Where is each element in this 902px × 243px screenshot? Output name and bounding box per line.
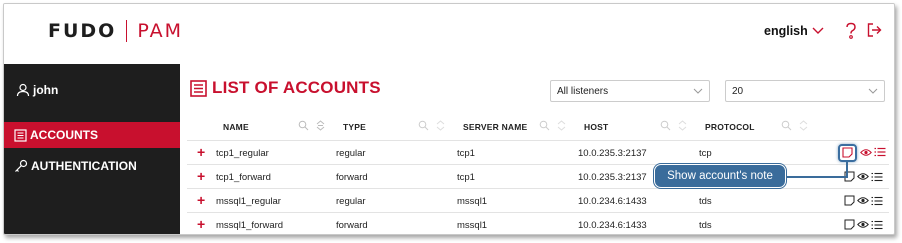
top-header: FUDO PAM english <box>4 4 894 64</box>
sidebar-item-label: ACCOUNTS <box>30 128 98 142</box>
eye-icon[interactable] <box>860 148 872 157</box>
row-actions <box>844 171 885 182</box>
page-title-text: LIST OF ACCOUNTS <box>212 78 381 97</box>
callout-tooltip: Show account's note <box>654 164 786 188</box>
user-name: john <box>33 83 59 97</box>
cell-type: forward <box>336 220 368 231</box>
column-header-host[interactable]: HOST <box>584 122 608 132</box>
sidebar-item-accounts[interactable]: ACCOUNTS <box>4 122 180 148</box>
app-window: FUDO PAM english john ACCOUNTS AUTHENTIC… <box>3 3 895 235</box>
eye-icon[interactable] <box>857 196 869 205</box>
expand-row-plus-icon[interactable]: + <box>197 144 205 160</box>
cell-server-name: mssql1 <box>457 196 488 207</box>
search-icon[interactable] <box>418 120 429 131</box>
fudo-pam-logo: FUDO PAM <box>48 16 183 46</box>
callout-connector <box>786 176 847 178</box>
logo-fudo-text: FUDO <box>48 20 117 42</box>
note-icon <box>842 147 853 158</box>
cell-host: 10.0.234.6:1433 <box>578 220 647 231</box>
search-icon[interactable] <box>298 120 309 131</box>
eye-icon[interactable] <box>857 220 869 229</box>
expand-row-plus-icon[interactable]: + <box>197 168 205 184</box>
sidebar: john ACCOUNTS AUTHENTICATION <box>4 64 190 234</box>
page-size-select[interactable]: 20 <box>725 80 885 102</box>
table-row[interactable]: + mssql1_regular regular mssql1 10.0.234… <box>187 188 889 212</box>
cell-name: tcp1_forward <box>216 172 271 183</box>
list-icon <box>14 128 27 142</box>
note-icon[interactable] <box>844 219 855 230</box>
column-header-protocol[interactable]: PROTOCOL <box>705 122 755 132</box>
expand-row-plus-icon[interactable]: + <box>197 216 205 232</box>
language-selector[interactable]: english <box>764 24 824 38</box>
sort-icon[interactable] <box>315 120 326 131</box>
listener-filter-select[interactable]: All listeners <box>550 80 710 102</box>
page-size-value: 20 <box>732 85 744 97</box>
eye-icon[interactable] <box>857 172 869 181</box>
cell-name: tcp1_regular <box>216 148 269 159</box>
list-details-icon[interactable] <box>874 147 886 157</box>
language-label: english <box>764 24 808 38</box>
sort-icon[interactable] <box>435 120 446 131</box>
logout-button[interactable] <box>867 23 882 42</box>
chevron-down-icon <box>812 27 824 34</box>
logout-icon <box>867 23 882 37</box>
cell-server-name: tcp1 <box>457 148 475 159</box>
cell-protocol: tcp <box>699 148 712 159</box>
callout-tooltip-text: Show account's note <box>667 170 773 182</box>
cell-name: mssql1_forward <box>216 220 284 231</box>
list-details-icon[interactable] <box>871 196 883 206</box>
help-button[interactable] <box>844 22 858 45</box>
cell-server-name: tcp1 <box>457 172 475 183</box>
cell-protocol: tds <box>699 196 712 207</box>
sidebar-item-authentication[interactable]: AUTHENTICATION <box>4 153 180 179</box>
listener-filter-value: All listeners <box>557 85 609 97</box>
table-row[interactable]: + mssql1_forward forward mssql1 10.0.234… <box>187 212 889 234</box>
help-icon <box>846 22 856 39</box>
note-icon[interactable] <box>844 195 855 206</box>
user-icon <box>16 83 30 97</box>
cell-type: regular <box>336 148 366 159</box>
key-icon <box>15 159 28 172</box>
chevron-down-icon <box>868 88 878 94</box>
row-actions <box>844 219 885 230</box>
cell-protocol: tds <box>699 220 712 231</box>
page-title: LIST OF ACCOUNTS <box>190 78 381 98</box>
search-icon[interactable] <box>539 120 550 131</box>
cell-host: 10.0.234.6:1433 <box>578 196 647 207</box>
sort-icon[interactable] <box>556 120 567 131</box>
cell-host: 10.0.235.3:2137 <box>578 172 647 183</box>
list-details-icon[interactable] <box>871 220 883 230</box>
expand-row-plus-icon[interactable]: + <box>197 192 205 208</box>
table-row[interactable]: + tcp1_regular regular tcp1 10.0.235.3:2… <box>187 140 889 164</box>
cell-type: forward <box>336 172 368 183</box>
column-header-server-name[interactable]: SERVER NAME <box>463 122 527 132</box>
sort-icon[interactable] <box>677 120 688 131</box>
cell-type: regular <box>336 196 366 207</box>
column-header-name[interactable]: NAME <box>223 122 249 132</box>
search-icon[interactable] <box>781 120 792 131</box>
cell-name: mssql1_regular <box>216 196 281 207</box>
cell-host: 10.0.235.3:2137 <box>578 148 647 159</box>
sort-icon[interactable] <box>798 120 809 131</box>
note-button-highlighted[interactable] <box>838 144 857 162</box>
column-header-type[interactable]: TYPE <box>343 122 366 132</box>
logo-separator <box>126 20 128 42</box>
list-details-icon[interactable] <box>871 172 883 182</box>
list-icon <box>190 79 207 97</box>
user-menu[interactable]: john <box>16 83 58 97</box>
sidebar-item-label: AUTHENTICATION <box>31 159 137 173</box>
chevron-down-icon <box>693 88 703 94</box>
logo-pam-text: PAM <box>137 20 183 42</box>
search-icon[interactable] <box>660 120 671 131</box>
cell-server-name: mssql1 <box>457 220 488 231</box>
row-actions <box>844 195 885 206</box>
